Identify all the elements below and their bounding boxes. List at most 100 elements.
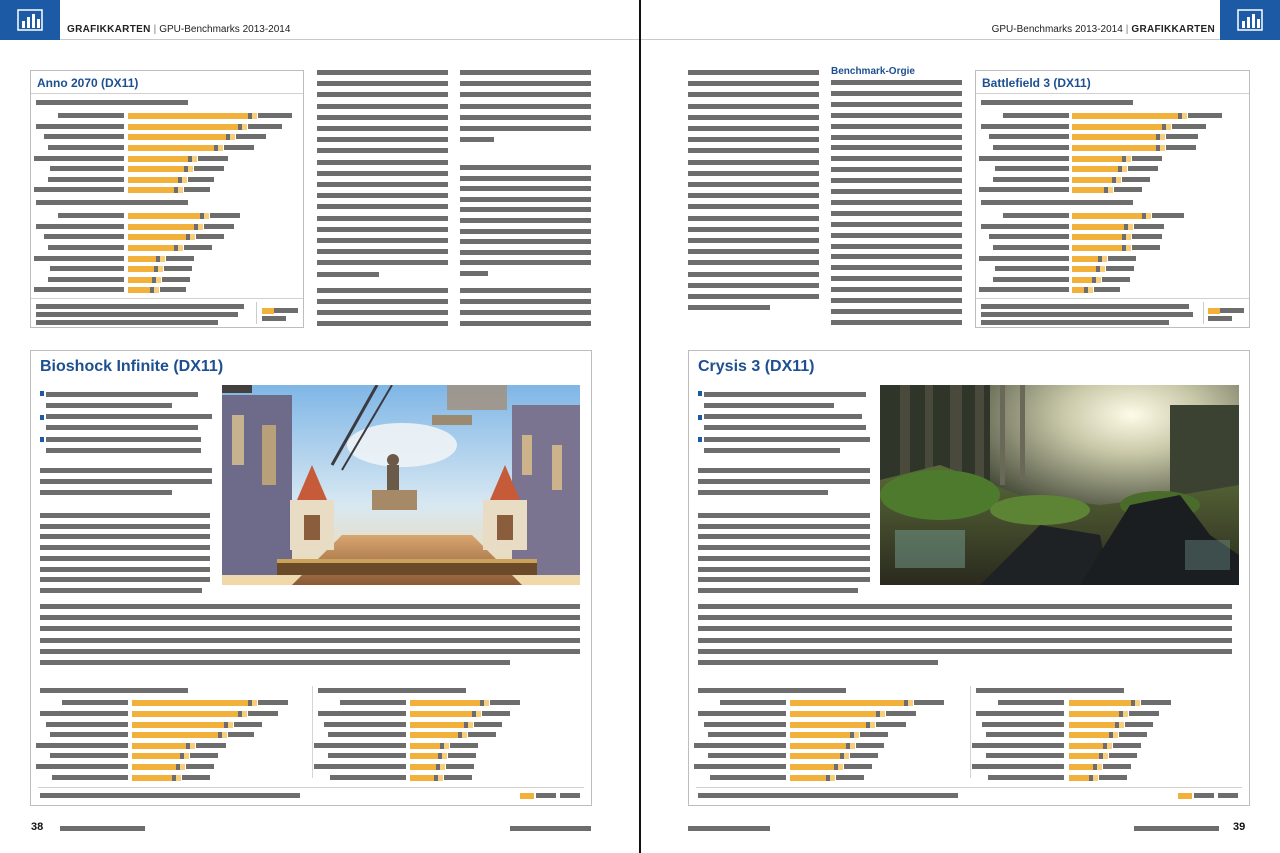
text-line bbox=[317, 137, 448, 143]
page-number-left: 38 bbox=[31, 821, 44, 833]
chart-bar-number bbox=[1141, 700, 1171, 705]
chart-row-label bbox=[704, 722, 786, 727]
text-line bbox=[688, 215, 819, 221]
chart-bar-number bbox=[258, 700, 288, 705]
chart-bar-value bbox=[1069, 722, 1115, 728]
bullet-arrow-icon bbox=[698, 391, 702, 396]
chart-bar-value bbox=[1072, 234, 1122, 240]
chart-bar-value bbox=[1072, 113, 1178, 119]
chart-row-label bbox=[1003, 213, 1069, 218]
chart-bar-value bbox=[128, 256, 156, 262]
chart-bar-value bbox=[410, 700, 480, 706]
chart-bar-value bbox=[128, 287, 150, 293]
chart-row-label bbox=[993, 277, 1069, 282]
chart-bar-max bbox=[440, 764, 445, 770]
chart-row-label bbox=[993, 245, 1069, 250]
chart-bar-value bbox=[790, 722, 866, 728]
chart-bar-value bbox=[1072, 145, 1156, 151]
chart-bar-value bbox=[1072, 266, 1096, 272]
chart-section-label bbox=[981, 100, 1133, 105]
text-line bbox=[460, 165, 591, 170]
chart-row-label bbox=[708, 753, 786, 758]
chart-bar-number bbox=[190, 753, 218, 758]
chart-bar-number bbox=[914, 700, 944, 705]
chart-bar-max bbox=[228, 722, 233, 728]
chart-bar-number bbox=[876, 722, 906, 727]
legend-label bbox=[536, 793, 556, 798]
anno-footnote-line bbox=[36, 312, 238, 317]
text-line bbox=[831, 232, 962, 238]
chart-bar-value bbox=[790, 753, 840, 759]
chart-row-label bbox=[48, 245, 124, 250]
series-name: GPU-Benchmarks 2013-2014 bbox=[159, 24, 291, 35]
chart-bar-value bbox=[410, 775, 434, 781]
chart-row-label bbox=[58, 213, 124, 218]
benchmark-orgie-subheading: Benchmark-Orgie bbox=[831, 66, 915, 77]
chart-bar-value bbox=[128, 113, 248, 119]
chart-bar-number bbox=[1129, 711, 1159, 716]
text-line bbox=[688, 170, 819, 176]
text-line bbox=[688, 238, 819, 243]
text-line bbox=[688, 70, 819, 75]
chart-bar-number bbox=[450, 743, 478, 748]
chart-bar-number bbox=[474, 722, 502, 727]
text-line bbox=[698, 513, 870, 518]
chart-section-label bbox=[981, 200, 1133, 205]
chart-bar-max bbox=[1103, 753, 1108, 759]
chart-bar-value bbox=[1069, 732, 1109, 738]
battlefield-footnote-line bbox=[981, 304, 1189, 309]
text-line bbox=[40, 479, 212, 484]
text-line bbox=[688, 137, 819, 143]
text-line bbox=[831, 276, 962, 282]
chart-bar-value bbox=[132, 775, 172, 781]
text-line bbox=[704, 425, 866, 430]
text-line bbox=[688, 260, 819, 266]
chart-bar-number bbox=[1113, 743, 1141, 748]
text-line bbox=[317, 299, 448, 304]
chart-bar-max bbox=[252, 700, 257, 706]
chart-bar-number bbox=[1166, 134, 1198, 139]
text-line bbox=[831, 156, 962, 162]
text-line bbox=[831, 254, 962, 260]
chart-bar-max bbox=[468, 722, 473, 728]
text-line bbox=[704, 392, 866, 397]
text-line bbox=[831, 101, 962, 107]
text-line bbox=[688, 294, 819, 299]
chart-bar-number bbox=[446, 764, 474, 769]
text-line bbox=[317, 114, 448, 120]
text-line bbox=[317, 81, 448, 87]
text-line bbox=[698, 534, 870, 540]
text-line bbox=[40, 490, 172, 495]
text-line bbox=[317, 148, 448, 154]
chart-bar-number bbox=[1128, 166, 1158, 171]
text-line bbox=[460, 288, 591, 293]
chart-bar-max bbox=[242, 711, 247, 717]
text-line bbox=[831, 167, 962, 173]
chart-bar-number bbox=[490, 700, 520, 705]
chart-bar-value bbox=[1072, 224, 1124, 230]
crysis-title: Crysis 3 (DX11) bbox=[698, 358, 815, 375]
chart-bar-value bbox=[790, 764, 834, 770]
chart-bar-max bbox=[160, 256, 165, 262]
text-line bbox=[460, 321, 591, 326]
text-line bbox=[317, 193, 448, 199]
text-line bbox=[698, 490, 828, 495]
chart-row-label bbox=[36, 764, 128, 769]
chart-bar-max bbox=[190, 234, 195, 240]
battlefield-footnote-line bbox=[981, 320, 1169, 325]
chart-row-label bbox=[314, 743, 406, 748]
legend-swatch bbox=[1178, 793, 1192, 799]
chart-bar-number bbox=[234, 722, 262, 727]
text-line bbox=[698, 626, 1232, 632]
text-line bbox=[698, 555, 870, 561]
chart-bar-value bbox=[410, 722, 464, 728]
battlefield-footnote-line bbox=[981, 312, 1193, 317]
chart-row-label bbox=[52, 775, 128, 780]
text-line bbox=[831, 112, 962, 118]
chart-bar-max bbox=[830, 775, 835, 781]
bioshock-screenshot bbox=[222, 385, 580, 585]
chart-bar-max bbox=[178, 187, 183, 193]
chart-bar-value bbox=[1072, 124, 1162, 130]
legend-label bbox=[560, 793, 580, 798]
chart-bar-max bbox=[1097, 764, 1102, 770]
